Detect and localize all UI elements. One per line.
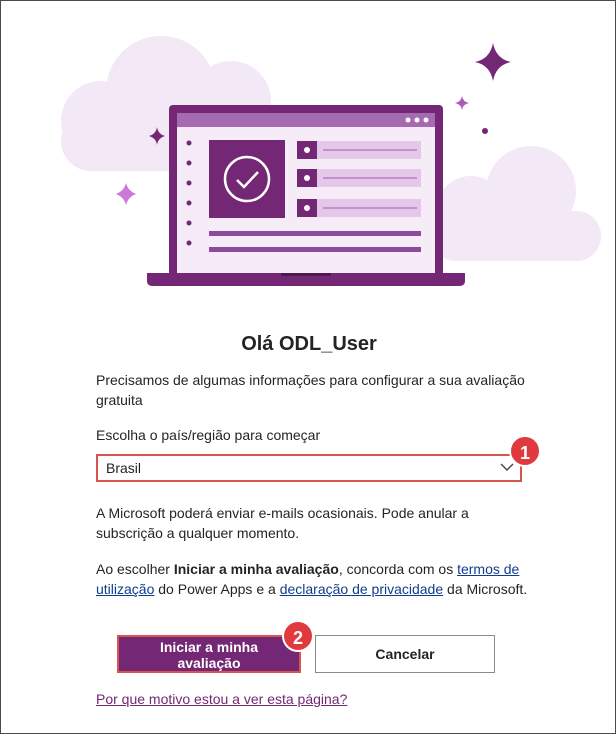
cancel-button[interactable]: Cancelar [315, 635, 495, 673]
country-label: Escolha o país/região para começar [96, 427, 321, 443]
terms-text: Ao escolher Iniciar a minha avaliação, c… [96, 561, 528, 597]
country-selected-value: Brasil [106, 460, 142, 476]
right-cloud-icon [431, 146, 601, 261]
dot-icon [482, 128, 488, 134]
step-badge-2: 2 [282, 620, 314, 652]
privacy-statement-link[interactable]: declaração de privacidade [280, 581, 443, 597]
start-trial-button[interactable]: Iniciar a minha avaliação [117, 635, 301, 673]
country-select[interactable]: Brasil [96, 454, 522, 482]
sparkle-large-icon [475, 43, 511, 81]
start-trial-label-line1: Iniciar a minha [159, 639, 259, 655]
chevron-down-icon [500, 463, 514, 471]
page-title: Olá ODL_User [241, 333, 377, 355]
why-am-i-seeing-this-link[interactable]: Por que motivo estou a ver esta página? [96, 691, 347, 707]
sparkle-small-icon [455, 96, 469, 110]
intro-text: Precisamos de algumas informações para c… [96, 372, 525, 408]
trial-dialog: Olá ODL_User Precisamos de algumas infor… [0, 0, 616, 734]
email-note: A Microsoft poderá enviar e-mails ocasio… [96, 505, 469, 541]
check-tile [209, 140, 285, 218]
sparkle-light-icon [116, 183, 136, 205]
step-badge-1: 1 [509, 435, 541, 467]
start-trial-label-line2: avaliação [177, 655, 241, 671]
laptop-illustration [61, 36, 601, 286]
terms-bold-action: Iniciar a minha avaliação [173, 561, 339, 577]
